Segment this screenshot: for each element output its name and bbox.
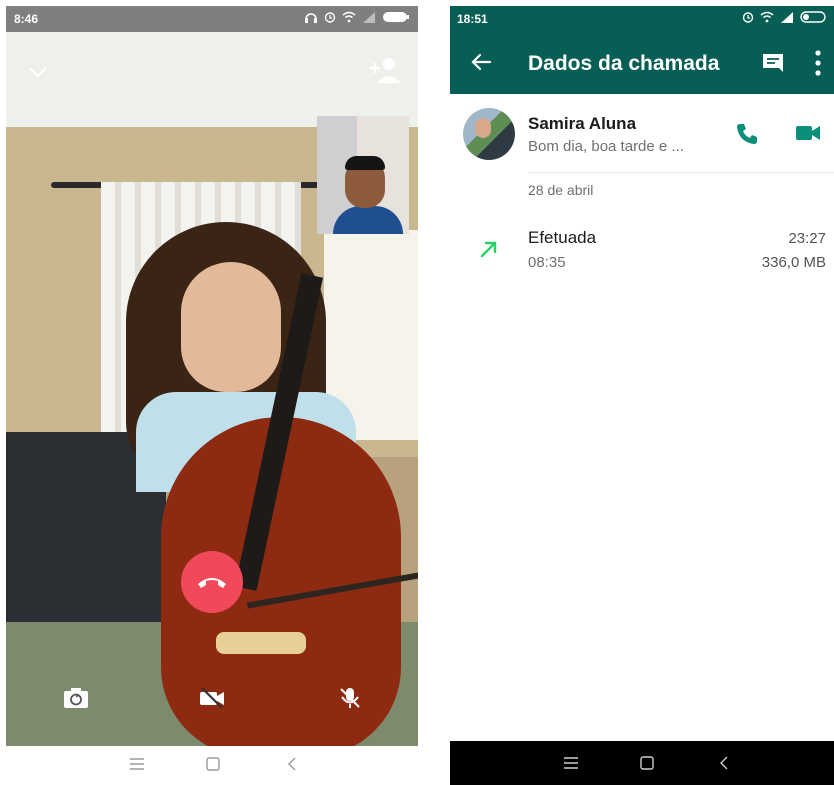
voice-call-icon[interactable] [735,122,759,146]
signal-icon [363,12,375,23]
menu-icon[interactable] [562,755,580,771]
call-time: 23:27 [788,230,826,247]
call-data-size: 336,0 MB [761,254,826,271]
camera-off-icon[interactable] [198,686,226,710]
status-bar: 8:46 [6,6,418,32]
call-duration: 08:35 [528,254,566,271]
navigation-bar [6,746,418,779]
hang-up-icon [198,578,226,588]
call-log-entry[interactable]: Efetuada 08:35 23:27 336,0 MB [450,221,834,281]
divider [528,172,834,173]
signal-icon [781,12,793,23]
status-time: 8:46 [14,12,39,26]
outgoing-call-arrow-icon [480,241,497,258]
home-icon[interactable] [204,756,222,772]
video-call-screen: 8:46 [6,6,418,779]
navigation-bar [450,741,834,785]
mute-microphone-icon[interactable] [336,686,364,710]
battery-icon [383,12,409,22]
status-bar: 18:51 [450,6,834,32]
video-call-icon[interactable] [795,122,821,144]
contact-row[interactable]: Samira Aluna Bom dia, boa tarde e ... [450,94,834,174]
back-arrow-icon[interactable] [470,51,492,73]
status-icons [742,11,828,23]
status-icons [304,11,410,23]
switch-camera-icon[interactable] [62,686,90,710]
back-icon[interactable] [284,756,302,772]
wifi-icon [342,11,356,23]
status-time: 18:51 [457,12,488,26]
app-bar: Dados da chamada [450,32,834,94]
wifi-icon [760,11,774,23]
chevron-down-icon[interactable] [28,62,48,82]
contact-name: Samira Aluna [528,114,637,133]
menu-icon[interactable] [128,756,146,772]
back-icon[interactable] [716,755,734,771]
call-top-controls [6,32,418,112]
home-icon[interactable] [638,755,656,771]
alarm-icon [742,12,754,23]
more-options-icon[interactable] [814,49,822,77]
self-view-thumbnail[interactable] [317,116,409,234]
contact-status: Bom dia, boa tarde e ... [528,138,684,155]
battery-icon [800,11,826,23]
page-title: Dados da chamada [528,52,720,75]
alarm-icon [324,12,336,23]
call-date: 28 de abril [528,182,594,198]
message-icon[interactable] [762,53,784,73]
add-participant-icon[interactable] [368,56,402,84]
headphones-icon [305,13,317,23]
avatar[interactable] [463,108,515,160]
call-type: Efetuada [528,228,597,247]
call-info-screen: 18:51 Dados da chamada Samira Aluna Bom … [450,6,834,785]
end-call-button[interactable] [181,551,243,613]
